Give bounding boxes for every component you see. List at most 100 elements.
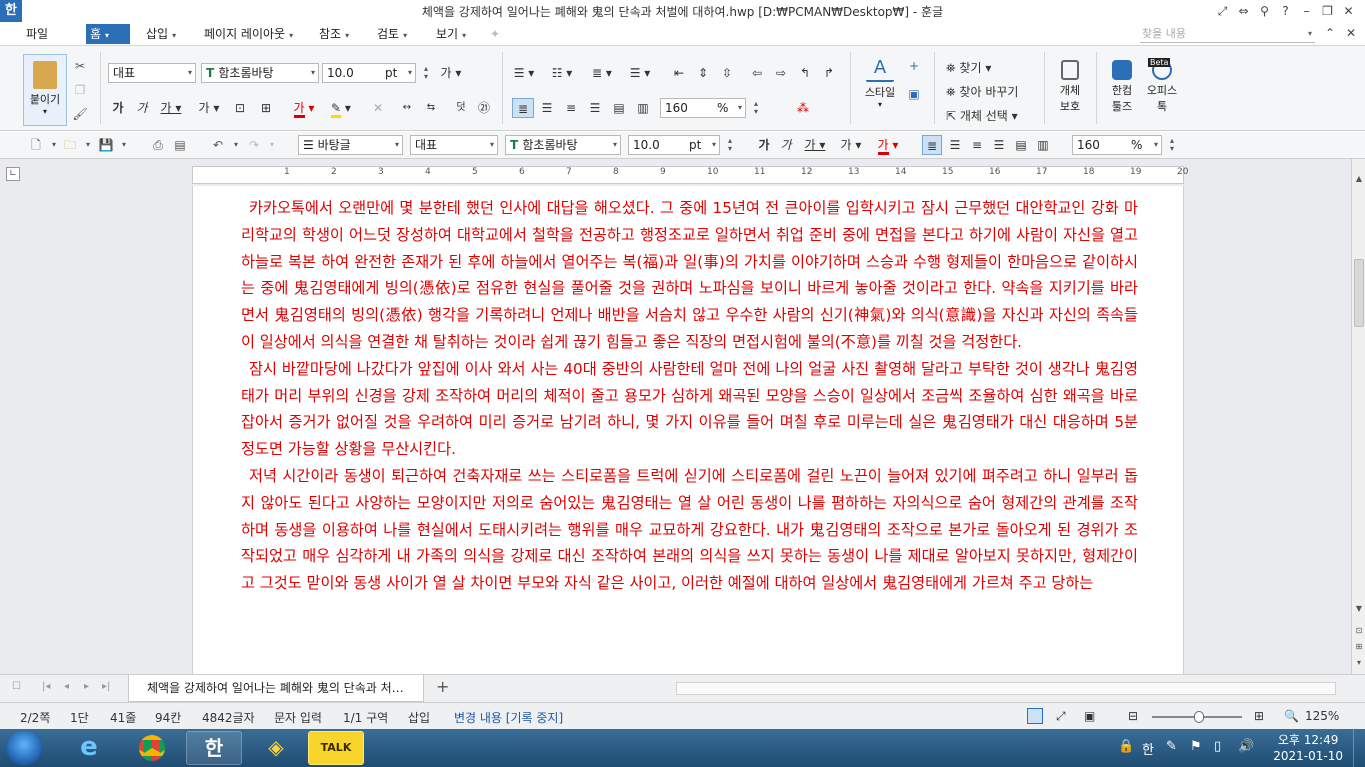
align-left-icon[interactable]: ☰ [946, 135, 964, 155]
find-replace-button[interactable]: ⛯ 찾아 바꾸기 [946, 82, 1030, 102]
paste-button[interactable]: 붙이기 ▾ [23, 54, 67, 126]
menu-review[interactable]: 검토 ▾ [373, 24, 411, 44]
system-clock[interactable]: 오후 12:49 2021-01-10 [1273, 732, 1343, 764]
char-spacing-narrow-icon[interactable]: ↔ [396, 98, 418, 118]
redo-icon[interactable]: ↷ [246, 137, 262, 153]
menu-references[interactable]: 참조 ▾ [315, 24, 353, 44]
align-right-icon[interactable]: ☰ [586, 98, 604, 118]
status-track-changes[interactable]: 변경 내용 [기록 중지] [454, 709, 563, 726]
format-painter-icon[interactable]: 🖌 [72, 106, 88, 122]
first-tab-icon[interactable]: |◂ [42, 681, 50, 692]
scroll-thumb[interactable] [1354, 259, 1364, 327]
flag-tray-icon[interactable]: ⚑ [1190, 739, 1202, 754]
menu-page-layout[interactable]: 페이지 레이아웃 ▾ [200, 24, 297, 44]
office-talk-button[interactable]: Beta 오피스 톡 [1142, 58, 1182, 114]
chevron-down-icon[interactable]: ▾ [228, 137, 244, 153]
network-tray-icon[interactable]: ▯ [1214, 739, 1221, 754]
font-combo[interactable]: T 함초롬바탕 ▾ [201, 63, 319, 83]
indent-decrease-icon[interactable]: ⇤ [670, 63, 688, 83]
outdent-icon[interactable]: ⇦ [748, 63, 766, 83]
line-spacing-stepper-icon[interactable]: ▴ ▾ [748, 100, 764, 116]
horizontal-ruler[interactable]: 1 2 3 4 5 6 7 8 9 10 11 12 13 14 15 16 17 18 19 20 [192, 166, 1188, 184]
font-size-combo[interactable]: 10.0 pt ▾ [322, 63, 416, 83]
bold-icon[interactable]: 가 [756, 135, 772, 155]
hancom-tools-button[interactable]: 한컴 툴즈 [1102, 60, 1142, 114]
strikethrough-icon[interactable]: 가 ▾ [836, 135, 866, 155]
add-tab-button[interactable]: + [436, 677, 449, 696]
undo-icon[interactable]: ↶ [210, 137, 226, 153]
print-preview-icon[interactable]: ▤ [172, 137, 188, 153]
align-distribute-icon[interactable]: ▤ [610, 98, 628, 118]
collapse-ribbon-icon[interactable]: ⌃ [1325, 26, 1335, 40]
line-space-decrease-icon[interactable]: ⇕ [694, 63, 712, 83]
kakaotalk-icon[interactable]: TALK [308, 731, 364, 765]
chevron-down-icon[interactable]: ▾ [80, 137, 96, 153]
italic-icon[interactable]: 가 [778, 135, 794, 155]
prev-page-icon[interactable]: ⊡ [1353, 625, 1365, 637]
chevron-down-icon[interactable]: ▾ [264, 137, 280, 153]
align-divide-icon[interactable]: ▥ [1034, 135, 1052, 155]
start-button[interactable] [6, 731, 42, 765]
decrease-level-icon[interactable]: ↱ [820, 63, 838, 83]
highlight-icon[interactable]: ✎ ▾ [324, 98, 358, 118]
ime-indicator[interactable]: 한 [1142, 739, 1154, 758]
volume-tray-icon[interactable]: 🔊 [1238, 739, 1254, 754]
font-color-icon[interactable]: 가 ▾ [286, 98, 322, 118]
zoom-magnifier-icon[interactable]: 🔍 [1284, 709, 1299, 723]
zoom-level[interactable]: 125% [1305, 709, 1339, 723]
scroll-up-icon[interactable]: ▲ [1353, 173, 1365, 185]
line-space-increase-icon[interactable]: ⇳ [718, 63, 736, 83]
paragraph-number-icon[interactable]: ☰ ▾ [628, 63, 652, 83]
circle-char-icon[interactable]: ㉑ [474, 98, 494, 118]
next-tab-icon[interactable]: ▸ [84, 681, 89, 692]
chevron-down-icon[interactable]: ▾ [116, 137, 132, 153]
outline-icon[interactable]: ⊡ [232, 98, 248, 118]
strikethrough-icon[interactable]: 가 ▾ [194, 98, 224, 118]
copy-icon[interactable]: ❐ [72, 82, 88, 98]
char-shape-icon[interactable]: 가 ▾ [436, 63, 466, 83]
chevron-down-icon[interactable]: ▾ [46, 137, 62, 153]
pen-tray-icon[interactable]: ✎ [1166, 739, 1177, 754]
tab-document[interactable]: 체액을 강제하여 일어나는 폐해와 鬼의 단속과 처… [128, 675, 424, 702]
search-input[interactable]: 찾을 내용 ▾ [1140, 25, 1315, 43]
italic-icon[interactable]: 가 [134, 98, 150, 118]
tab-stop-icon[interactable]: ∟ [6, 167, 20, 181]
size-stepper-icon[interactable]: ▴ ▾ [722, 137, 738, 153]
align-justify-icon[interactable]: ≣ [512, 98, 534, 118]
align-right-icon[interactable]: ☰ [990, 135, 1008, 155]
zoom-slider-handle[interactable] [1194, 711, 1204, 723]
line-spacing-combo[interactable]: 160% ▾ [660, 98, 746, 118]
zoom-out-icon[interactable]: ⊟ [1128, 709, 1138, 723]
prev-tab-icon[interactable]: ◂ [64, 681, 69, 692]
new-doc-icon[interactable]: 🗋 [28, 137, 44, 153]
font-color-icon[interactable]: 가 ▾ [872, 135, 904, 155]
clear-format-icon[interactable]: ✕ [368, 98, 388, 118]
lock-tray-icon[interactable]: 🔒 [1118, 739, 1134, 754]
numbered-list-icon[interactable]: ☷ ▾ [550, 63, 574, 83]
underline-icon[interactable]: 가 ▾ [156, 98, 186, 118]
line-spacing-stepper-icon[interactable]: ▴ ▾ [1164, 137, 1180, 153]
print-icon[interactable]: ⎙ [150, 137, 166, 153]
vertical-scrollbar[interactable]: ▲ ▼ ⊡ ⊞ ▾ [1351, 159, 1365, 674]
font-size-combo-2[interactable]: 10.0 pt ▾ [628, 135, 720, 155]
bold-icon[interactable]: 가 [110, 98, 126, 118]
menu-home[interactable]: 홈 ▾ [86, 24, 130, 44]
page-nav-icon[interactable]: ⊞ [1353, 641, 1365, 653]
outline-list-icon[interactable]: ≣ ▾ [590, 63, 614, 83]
hangul-app-icon[interactable]: 한 [186, 731, 242, 765]
align-center-icon[interactable]: ≡ [562, 98, 580, 118]
cut-icon[interactable]: ✂ [72, 58, 88, 74]
next-page-icon[interactable]: ▾ [1353, 657, 1365, 669]
style-button[interactable]: A 스타일 ▾ [858, 56, 902, 109]
align-justify-icon[interactable]: ≣ [922, 135, 942, 155]
style-combo-2[interactable]: 대표 ▾ [410, 135, 498, 155]
font-combo-2[interactable]: T 함초롬바탕 ▾ [505, 135, 621, 155]
align-distribute-icon[interactable]: ▤ [1012, 135, 1030, 155]
doc-list-icon[interactable]: ☐ [12, 681, 21, 692]
page-view-icon[interactable]: ▣ [1084, 709, 1095, 723]
select-object-button[interactable]: ⇱ 개체 선택 ▾ [946, 106, 1034, 126]
scroll-down-icon[interactable]: ▼ [1353, 603, 1365, 615]
align-divide-icon[interactable]: ▥ [634, 98, 652, 118]
last-tab-icon[interactable]: ▸| [102, 681, 110, 692]
increase-level-icon[interactable]: ↰ [796, 63, 814, 83]
